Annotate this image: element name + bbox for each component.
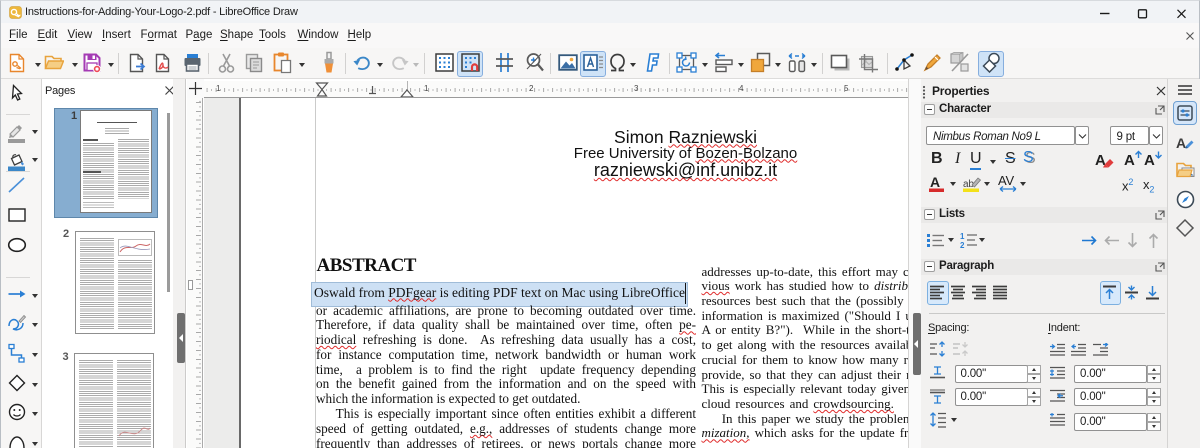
svg-text:A: A — [1144, 152, 1155, 168]
svg-text:2: 2 — [960, 241, 965, 248]
svg-text:1: 1 — [960, 232, 965, 241]
svg-text:A: A — [1124, 152, 1135, 168]
svg-text:A: A — [930, 175, 940, 190]
svg-text:A: A — [1176, 135, 1186, 151]
svg-text:AV: AV — [998, 174, 1015, 188]
